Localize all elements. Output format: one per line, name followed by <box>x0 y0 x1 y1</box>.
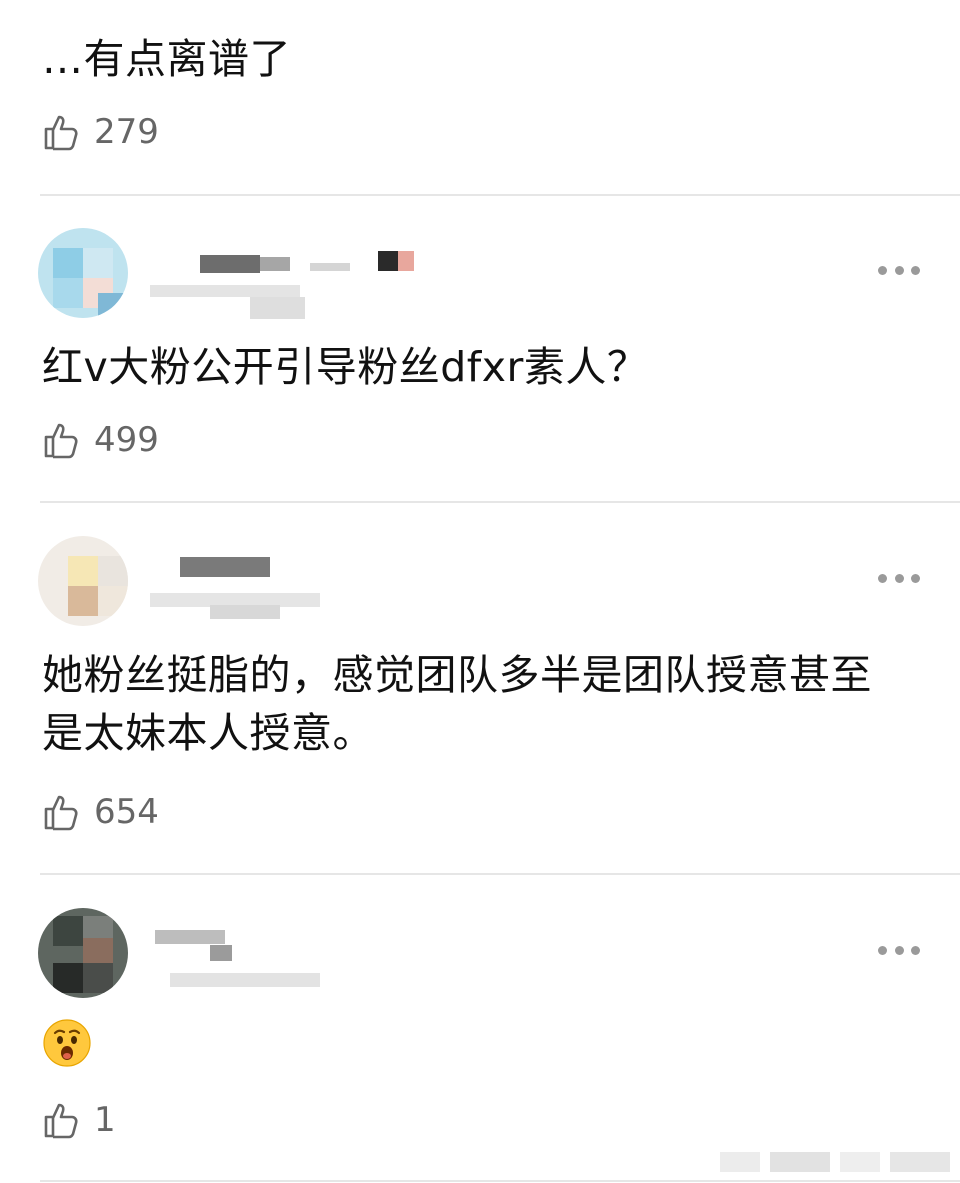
thumbs-up-icon <box>44 1103 78 1139</box>
avatar[interactable] <box>38 536 128 626</box>
divider <box>40 194 960 196</box>
anguished-face-emoji <box>43 1019 91 1067</box>
comment-text: …有点离谱了 <box>42 35 291 83</box>
comment-text: 她粉丝挺脂的，感觉团队多半是团队授意甚至是太妹本人授意。 <box>42 651 872 757</box>
more-dots-icon <box>878 573 887 583</box>
watermark <box>700 1148 960 1178</box>
username-redacted <box>150 915 430 995</box>
more-dots-icon <box>878 945 887 955</box>
divider <box>40 501 960 503</box>
avatar[interactable] <box>38 228 128 318</box>
more-options-button[interactable] <box>878 938 920 962</box>
like-count: 1 <box>94 1100 116 1140</box>
thumbs-up-icon <box>44 423 78 459</box>
thumbs-up-icon <box>44 795 78 831</box>
like-button[interactable]: 654 <box>42 790 159 834</box>
like-count: 499 <box>94 420 159 460</box>
more-options-button[interactable] <box>878 566 920 590</box>
more-options-button[interactable] <box>878 258 920 282</box>
thumbs-up-icon <box>44 115 78 151</box>
username-redacted <box>150 245 430 325</box>
like-button[interactable]: 499 <box>42 418 159 462</box>
divider <box>40 873 960 875</box>
more-dots-icon <box>878 265 887 275</box>
divider <box>40 1180 960 1182</box>
like-count: 654 <box>94 792 159 832</box>
comment-text: 红v大粉公开引导粉丝dfxr素人？ <box>42 343 649 391</box>
username-redacted <box>150 555 430 635</box>
like-count: 279 <box>94 112 159 152</box>
like-button[interactable]: 1 <box>42 1098 116 1142</box>
avatar[interactable] <box>38 908 128 998</box>
like-button[interactable]: 279 <box>42 110 159 154</box>
